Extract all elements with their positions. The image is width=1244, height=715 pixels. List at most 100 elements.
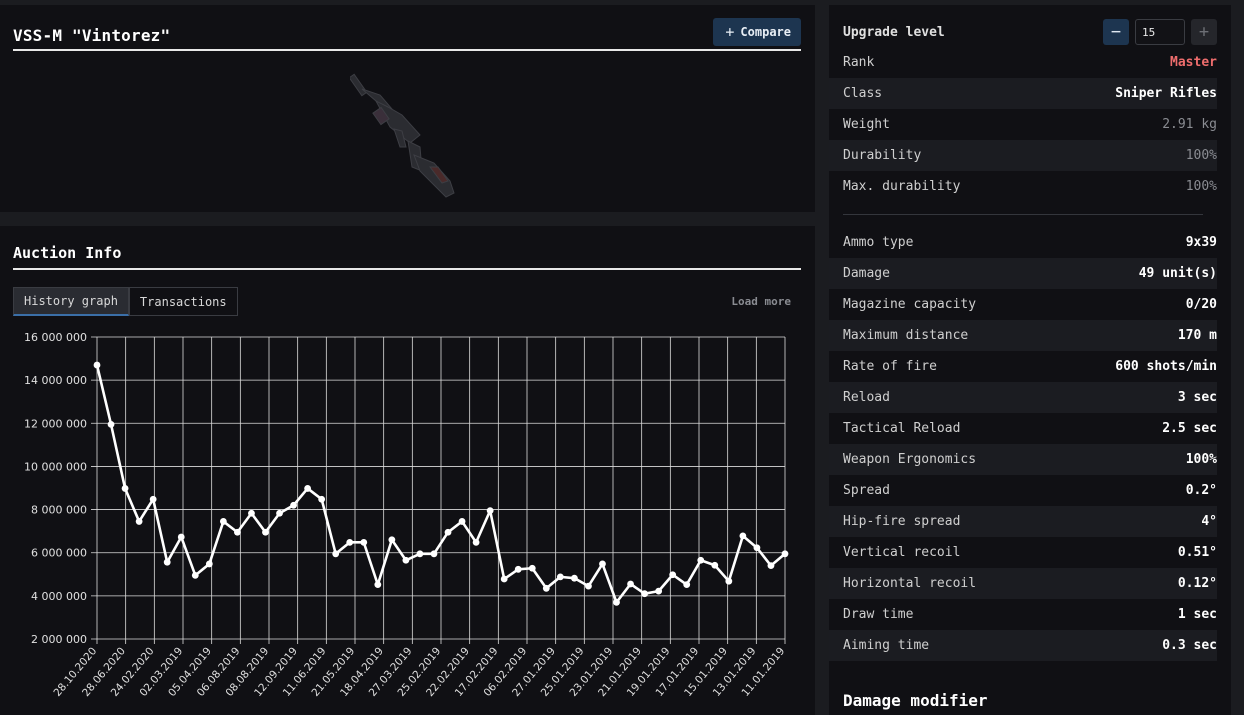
data-point [697, 556, 705, 564]
stat-value: 170 m [1177, 328, 1217, 343]
stat-label: Durability [843, 148, 922, 163]
data-point [458, 518, 466, 525]
item-title: VSS-M "Vintorez" [13, 25, 171, 45]
stat-row: Durability 100% [829, 140, 1217, 171]
data-point [416, 550, 424, 558]
data-point [725, 577, 733, 585]
data-point [107, 420, 115, 428]
stat-row: Ammo type 9x39 [829, 227, 1217, 258]
stat-row: Class Sniper Rifles [829, 78, 1217, 109]
stat-row: Maximum distance 170 m [829, 320, 1217, 351]
data-point [93, 361, 101, 369]
data-point [767, 562, 775, 570]
compare-label: Compare [740, 25, 791, 39]
stat-label: Rank [843, 55, 875, 70]
data-point [627, 580, 634, 588]
stat-label: Draw time [843, 607, 914, 622]
stat-row: Horizontal recoil 0.12° [829, 568, 1217, 599]
stat-value: 600 shots/min [1115, 359, 1217, 374]
stat-label: Weapon Ergonomics [843, 452, 977, 467]
stats-panel: Upgrade level − + Rank Master Class Sniper … [829, 5, 1231, 715]
y-tick-label: 4 000 000 [31, 590, 87, 603]
stat-label: Tactical Reload [843, 421, 961, 436]
data-point [711, 561, 719, 569]
plus-icon: + [1198, 22, 1210, 42]
data-point [753, 544, 761, 552]
data-point [205, 560, 213, 568]
stat-value: 0.51° [1177, 545, 1217, 560]
stat-label: Maximum distance [843, 328, 969, 343]
stat-value: 2.5 sec [1162, 421, 1217, 436]
data-point [332, 550, 340, 558]
y-tick-label: 10 000 000 [24, 460, 87, 473]
item-header: VSS-M "Vintorez" + Compare [13, 18, 801, 51]
stat-label: Aiming time [843, 638, 930, 653]
decrease-level-button[interactable]: − [1103, 19, 1129, 45]
stat-value: 49 unit(s) [1138, 266, 1217, 281]
stat-row: Tactical Reload 2.5 sec [829, 413, 1217, 444]
stat-row: Magazine capacity 0/20 [829, 289, 1217, 320]
stat-row: Hip-fire spread 4° [829, 506, 1217, 537]
left-column: VSS-M "Vintorez" + Compare Auction Info [0, 5, 815, 715]
data-point [318, 495, 326, 503]
data-point [191, 571, 199, 579]
data-point [346, 538, 354, 546]
stat-label: Spread [843, 483, 890, 498]
stat-value: 100% [1185, 179, 1217, 194]
compare-button[interactable]: + Compare [713, 18, 801, 46]
stat-value: Sniper Rifles [1115, 86, 1217, 101]
data-point [234, 528, 241, 536]
data-point [430, 550, 438, 558]
auction-title: Auction Info [13, 244, 122, 262]
plus-icon: + [725, 23, 735, 41]
data-point [444, 528, 452, 536]
stat-row: Rank Master [829, 47, 1217, 78]
stat-value: 100% [1185, 452, 1217, 467]
data-point [528, 564, 536, 572]
y-tick-label: 8 000 000 [31, 504, 87, 517]
stat-value: 3 sec [1177, 390, 1217, 405]
tab-transactions[interactable]: Transactions [128, 287, 238, 316]
data-point [219, 518, 227, 525]
damage-modifier-title: Damage modifier [843, 691, 1217, 715]
weapon-stats-list: Ammo type 9x39 Damage 49 unit(s) Magazine ca… [829, 227, 1217, 661]
tab-bar: History graph Transactions [13, 287, 238, 316]
upgrade-level-input[interactable] [1135, 19, 1185, 45]
stat-label: Ammo type [843, 235, 914, 250]
damage-modifier-section: Damage modifier [829, 691, 1217, 715]
stat-value: 1 sec [1177, 607, 1217, 622]
data-point [163, 558, 171, 566]
stat-value: 100% [1185, 148, 1217, 163]
stat-row: Spread 0.2° [829, 475, 1217, 506]
increase-level-button[interactable]: + [1191, 19, 1217, 45]
upgrade-stepper: − + [1103, 19, 1217, 45]
data-point [177, 533, 185, 541]
stat-label: Rate of fire [843, 359, 937, 374]
data-point [781, 550, 789, 558]
stats-divider [843, 214, 1203, 215]
stat-value: 9x39 [1185, 235, 1217, 250]
stat-label: Max. durability [843, 179, 961, 194]
data-point [374, 581, 382, 589]
stat-label: Horizontal recoil [843, 576, 977, 591]
tab-history-graph[interactable]: History graph [13, 287, 129, 316]
stat-label: Magazine capacity [843, 297, 977, 312]
general-stats-list: Rank Master Class Sniper Rifles Weight 2.91 k… [829, 47, 1217, 202]
stat-value: 4° [1201, 514, 1217, 529]
stat-label: Hip-fire spread [843, 514, 961, 529]
data-point [304, 485, 312, 492]
stat-row: Rate of fire 600 shots/min [829, 351, 1217, 382]
stat-row: Reload 3 sec [829, 382, 1217, 413]
data-point [262, 528, 269, 536]
minus-icon: − [1110, 22, 1122, 42]
data-point [402, 556, 410, 564]
auction-card: Auction Info History graph Transactions … [0, 226, 815, 715]
data-point [360, 538, 368, 546]
data-point [121, 485, 129, 492]
data-point [500, 575, 508, 583]
load-more-link[interactable]: Load more [731, 295, 791, 308]
data-point [290, 501, 297, 509]
data-point [556, 573, 564, 581]
data-point [570, 574, 578, 582]
stat-row: Damage 49 unit(s) [829, 258, 1217, 289]
